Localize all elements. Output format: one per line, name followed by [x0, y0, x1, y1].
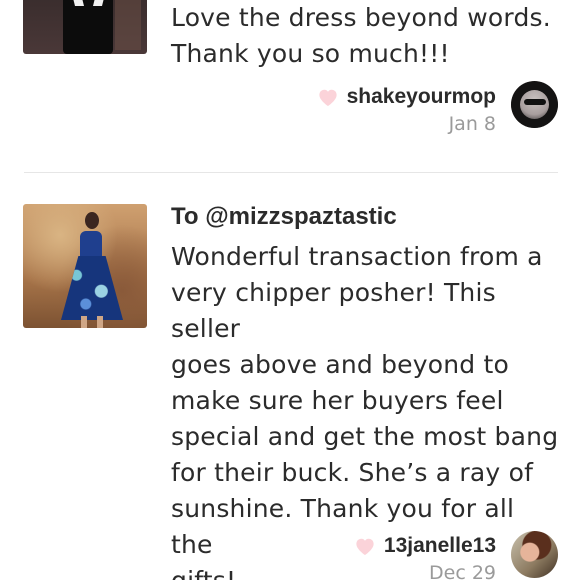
- review-listing-photo[interactable]: [23, 204, 147, 328]
- reviews-screen: Love the dress beyond words. Thank you s…: [0, 0, 580, 580]
- review-date: Dec 29: [429, 562, 496, 580]
- review-divider: [24, 172, 558, 173]
- review-author-line: shakeyourmop: [317, 84, 496, 110]
- photo-figure: [63, 0, 113, 54]
- heart-icon[interactable]: [354, 536, 376, 556]
- photo-detail: [97, 316, 103, 328]
- review-listing-photo[interactable]: [23, 0, 147, 54]
- avatar[interactable]: [511, 531, 558, 578]
- review-recipient[interactable]: To @mizzspaztastic: [171, 203, 397, 231]
- review-text: Love the dress beyond words. Thank you s…: [171, 3, 551, 68]
- photo-detail: [81, 316, 87, 328]
- avatar[interactable]: [511, 81, 558, 128]
- review-date: Jan 8: [448, 113, 496, 135]
- heart-icon[interactable]: [317, 87, 339, 107]
- photo-background: [115, 0, 141, 50]
- review-author-username[interactable]: shakeyourmop: [347, 85, 496, 109]
- photo-dress: [61, 256, 123, 320]
- review-text: Wonderful transaction from a very chippe…: [171, 242, 559, 580]
- review-author-username[interactable]: 13janelle13: [384, 534, 496, 558]
- review-author-line: 13janelle13: [354, 533, 496, 559]
- avatar-detail: [524, 99, 546, 105]
- photo-figure: [85, 212, 99, 229]
